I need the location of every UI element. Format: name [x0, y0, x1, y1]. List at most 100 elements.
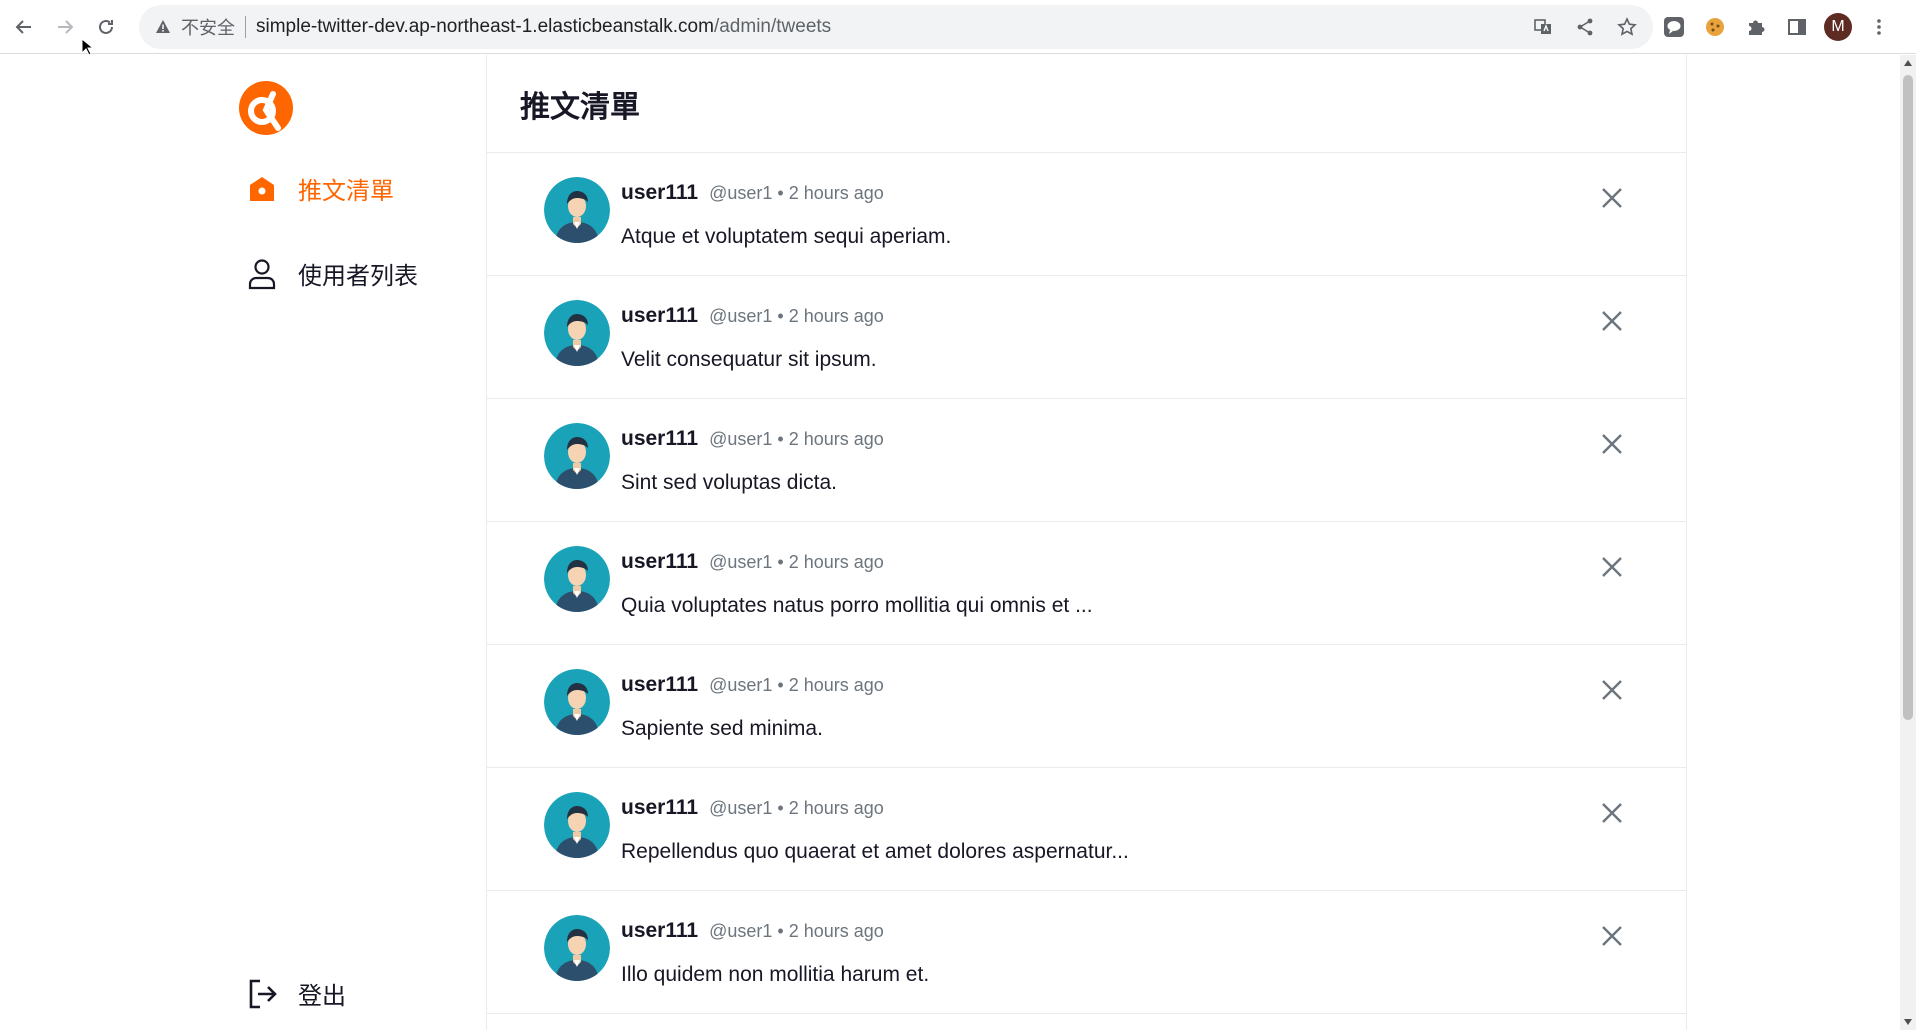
separator-dot: •: [777, 798, 784, 818]
separator-dot: •: [777, 675, 784, 695]
sidebar-item-tweets[interactable]: 推文清單: [246, 171, 394, 206]
close-icon: [1600, 309, 1624, 333]
close-icon: [1600, 678, 1624, 702]
tweet-row: user111 @user1 • 2 hours ago Velit consequat…: [487, 276, 1686, 399]
tweet-account: @user1: [709, 429, 773, 449]
avatar: [544, 300, 610, 366]
user-icon: [246, 258, 278, 290]
tweet-row: user111 @user1 • 2 hours ago Sapiente sed mi…: [487, 645, 1686, 768]
tweet-content: Sint sed voluptas dicta.: [621, 471, 837, 494]
tweet-header: user111 @user1 • 2 hours ago: [621, 673, 884, 697]
tweet-account: @user1: [709, 921, 773, 941]
tweet-row: user111 @user1 • 2 hours ago Atque et volupt…: [487, 153, 1686, 276]
tweet-time: 2 hours ago: [788, 921, 884, 941]
separator-dot: •: [777, 921, 784, 941]
main-content: 推文清單 user111 @user1 • 2 hours ago Atque et v…: [486, 55, 1687, 1030]
tweet-user-name: user111: [621, 673, 699, 696]
avatar: [544, 792, 610, 858]
extension-chat-icon[interactable]: [1660, 13, 1688, 41]
tweet-user-name: user111: [621, 181, 699, 204]
divider: [245, 16, 246, 38]
tweet-header: user111 @user1 • 2 hours ago: [621, 796, 884, 820]
delete-tweet-button[interactable]: [1597, 675, 1627, 705]
tweet-content: Velit consequatur sit ipsum.: [621, 348, 877, 371]
tweet-row: user111 @user1 • 2 hours ago Illo quidem non…: [487, 891, 1686, 1014]
logout-button[interactable]: 登出: [246, 976, 346, 1011]
delete-tweet-button[interactable]: [1597, 429, 1627, 459]
tweet-content: Repellendus quo quaerat et amet dolores …: [621, 840, 1129, 863]
tweet-account: @user1: [709, 552, 773, 572]
tweet-list: user111 @user1 • 2 hours ago Atque et volupt…: [487, 153, 1686, 1014]
tweet-user-name: user111: [621, 796, 699, 819]
address-bar[interactable]: 不安全 simple-twitter-dev.ap-northeast-1.el…: [139, 5, 1653, 49]
close-icon: [1600, 432, 1624, 456]
delete-tweet-button[interactable]: [1597, 552, 1627, 582]
separator-dot: •: [777, 552, 784, 572]
sidebar-item-label: 推文清單: [298, 177, 394, 205]
url-text: simple-twitter-dev.ap-northeast-1.elasti…: [256, 16, 831, 38]
tweet-header: user111 @user1 • 2 hours ago: [621, 304, 884, 328]
profile-avatar[interactable]: M: [1824, 13, 1852, 41]
scroll-down-icon[interactable]: [1904, 1019, 1912, 1025]
tweet-content: Quia voluptates natus porro mollitia qui…: [621, 594, 1093, 617]
more-vert-icon[interactable]: [1865, 13, 1893, 41]
tweet-time: 2 hours ago: [788, 675, 884, 695]
close-icon: [1600, 186, 1624, 210]
avatar: [544, 669, 610, 735]
scrollbar[interactable]: [1900, 55, 1916, 1030]
close-icon: [1600, 555, 1624, 579]
tweet-header: user111 @user1 • 2 hours ago: [621, 550, 884, 574]
url-path: /admin/tweets: [713, 16, 832, 37]
translate-icon[interactable]: [1529, 13, 1557, 41]
tweet-time: 2 hours ago: [788, 552, 884, 572]
forward-button[interactable]: [48, 10, 82, 44]
tweet-header: user111 @user1 • 2 hours ago: [621, 919, 884, 943]
separator-dot: •: [777, 183, 784, 203]
tweet-account: @user1: [709, 675, 773, 695]
tweet-account: @user1: [709, 183, 773, 203]
url-host: simple-twitter-dev.ap-northeast-1.elasti…: [256, 16, 714, 37]
insecure-label: 不安全: [181, 18, 235, 39]
side-panel-icon[interactable]: [1783, 13, 1811, 41]
delete-tweet-button[interactable]: [1597, 306, 1627, 336]
scroll-up-icon[interactable]: [1904, 60, 1912, 66]
share-icon[interactable]: [1571, 13, 1599, 41]
tweet-content: Illo quidem non mollitia harum et.: [621, 963, 930, 986]
bookmark-star-icon[interactable]: [1613, 13, 1641, 41]
page-title: 推文清單: [520, 89, 640, 125]
tweet-user-name: user111: [621, 919, 699, 942]
logo-icon[interactable]: [238, 80, 294, 136]
page-header: 推文清單: [487, 55, 1686, 153]
extension-cookie-icon[interactable]: [1701, 13, 1729, 41]
back-button[interactable]: [7, 10, 41, 44]
extensions-puzzle-icon[interactable]: [1742, 13, 1770, 41]
close-icon: [1600, 924, 1624, 948]
arrow-left-icon: [15, 19, 31, 34]
scrollbar-thumb[interactable]: [1903, 75, 1913, 720]
tweet-time: 2 hours ago: [788, 429, 884, 449]
avatar: [544, 915, 610, 981]
logout-icon: [246, 978, 278, 1010]
sidebar-item-users[interactable]: 使用者列表: [246, 256, 418, 291]
avatar: [544, 177, 610, 243]
mouse-cursor-icon: [81, 37, 95, 61]
avatar: [544, 546, 610, 612]
tweet-time: 2 hours ago: [788, 183, 884, 203]
tweet-account: @user1: [709, 798, 773, 818]
avatar: [544, 423, 610, 489]
delete-tweet-button[interactable]: [1597, 183, 1627, 213]
separator-dot: •: [777, 429, 784, 449]
reload-button[interactable]: [89, 10, 123, 44]
sidebar-item-label: 使用者列表: [298, 262, 418, 290]
tweet-row: user111 @user1 • 2 hours ago Repellendus quo…: [487, 768, 1686, 891]
tweet-time: 2 hours ago: [788, 306, 884, 326]
close-icon: [1600, 801, 1624, 825]
tweet-header: user111 @user1 • 2 hours ago: [621, 427, 884, 451]
tweet-row: user111 @user1 • 2 hours ago Quia voluptates…: [487, 522, 1686, 645]
delete-tweet-button[interactable]: [1597, 798, 1627, 828]
delete-tweet-button[interactable]: [1597, 921, 1627, 951]
logout-label: 登出: [298, 982, 346, 1010]
tweet-row: user111 @user1 • 2 hours ago Sint sed volupt…: [487, 399, 1686, 522]
tweet-user-name: user111: [621, 550, 699, 573]
tweet-content: Atque et voluptatem sequi aperiam.: [621, 225, 952, 248]
